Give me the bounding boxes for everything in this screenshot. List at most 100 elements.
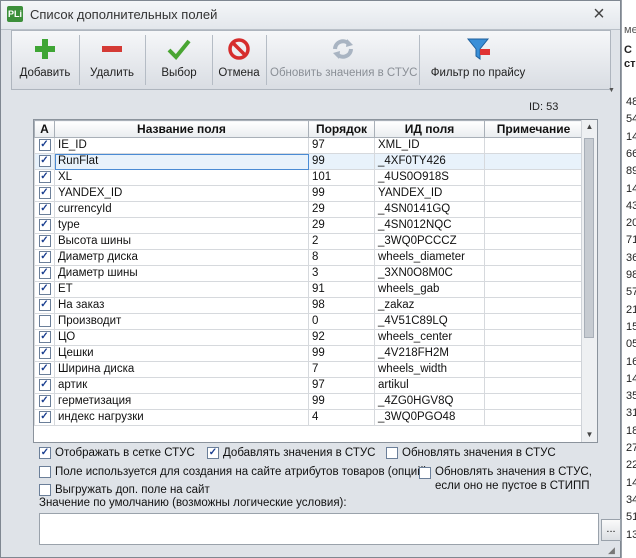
row-order-cell[interactable]: 101 xyxy=(308,169,375,186)
row-note-cell[interactable] xyxy=(484,153,583,170)
scrollbar-thumb[interactable] xyxy=(584,138,594,338)
add-values-option[interactable]: ✓ Добавлять значения в СТУС xyxy=(207,447,375,459)
column-header-active[interactable]: А xyxy=(34,120,55,138)
row-note-cell[interactable] xyxy=(484,297,583,314)
row-order-cell[interactable]: 29 xyxy=(308,201,375,218)
row-order-cell[interactable]: 92 xyxy=(308,329,375,346)
select-button[interactable]: Выбор xyxy=(148,31,210,89)
row-name-cell[interactable]: currencyId xyxy=(54,201,309,218)
default-value-input[interactable] xyxy=(39,513,599,545)
row-order-cell[interactable]: 99 xyxy=(308,345,375,362)
row-active-checkbox[interactable]: ✓ xyxy=(38,154,51,167)
row-note-cell[interactable] xyxy=(484,249,583,266)
row-active-cell[interactable]: ✓ xyxy=(34,345,55,362)
row-id-cell[interactable]: XML_ID xyxy=(374,137,485,154)
table-row[interactable]: ✓ ET 91 wheels_gab xyxy=(34,281,583,298)
fields-grid[interactable]: А Название поля Порядок ИД поля Примечан… xyxy=(33,119,598,443)
grid-vertical-scrollbar[interactable]: ▲ ▼ xyxy=(581,120,597,442)
row-id-cell[interactable]: _4V218FH2M xyxy=(374,345,485,362)
scroll-up-icon[interactable]: ▲ xyxy=(582,120,597,134)
table-row[interactable]: ✓ герметизация 99 _4ZG0HGV8Q xyxy=(34,393,583,410)
show-in-grid-option[interactable]: ✓ Отображать в сетке СТУС xyxy=(39,447,195,459)
row-active-cell[interactable]: ✓ xyxy=(34,217,55,234)
row-active-checkbox[interactable]: ✓ xyxy=(38,138,51,151)
row-active-cell[interactable]: ✓ xyxy=(34,249,55,266)
row-name-cell[interactable]: герметизация xyxy=(54,393,309,410)
row-active-cell[interactable]: ✓ xyxy=(34,185,55,202)
column-header-order[interactable]: Порядок xyxy=(308,120,375,138)
row-active-cell[interactable]: ✓ xyxy=(34,361,55,378)
scroll-down-icon[interactable]: ▼ xyxy=(582,428,597,442)
table-row[interactable]: ✓ Ширина диска 7 wheels_width xyxy=(34,361,583,378)
row-name-cell[interactable]: артик xyxy=(54,377,309,394)
update-values-checkbox[interactable] xyxy=(386,447,398,459)
show-in-grid-checkbox[interactable]: ✓ xyxy=(39,447,51,459)
row-name-cell[interactable]: Высота шины xyxy=(54,233,309,250)
row-active-cell[interactable]: ✓ xyxy=(34,409,55,426)
row-active-cell[interactable]: ✓ xyxy=(34,281,55,298)
row-id-cell[interactable]: _zakaz xyxy=(374,297,485,314)
row-name-cell[interactable]: Ширина диска xyxy=(54,361,309,378)
row-id-cell[interactable]: _4V51C89LQ xyxy=(374,313,485,330)
row-order-cell[interactable]: 29 xyxy=(308,217,375,234)
row-id-cell[interactable]: _4SN012NQC xyxy=(374,217,485,234)
row-id-cell[interactable]: _3XN0O8M0C xyxy=(374,265,485,282)
update-values-option[interactable]: Обновлять значения в СТУС xyxy=(386,447,556,459)
row-order-cell[interactable]: 4 xyxy=(308,409,375,426)
row-order-cell[interactable]: 8 xyxy=(308,249,375,266)
row-id-cell[interactable]: wheels_center xyxy=(374,329,485,346)
row-note-cell[interactable] xyxy=(484,393,583,410)
table-row[interactable]: ✓ Диаметр диска 8 wheels_diameter xyxy=(34,249,583,266)
row-order-cell[interactable]: 2 xyxy=(308,233,375,250)
row-order-cell[interactable]: 91 xyxy=(308,281,375,298)
row-name-cell[interactable]: Цешки xyxy=(54,345,309,362)
update-if-not-empty-option[interactable]: Обновлять значения в СТУС, если оно не пу… xyxy=(419,465,592,493)
used-for-attributes-option[interactable]: Поле используется для создания на сайте … xyxy=(39,466,427,478)
export-to-site-checkbox[interactable] xyxy=(39,484,51,496)
row-active-checkbox[interactable]: ✓ xyxy=(38,218,51,231)
table-row[interactable]: ✓ currencyId 29 _4SN0141GQ xyxy=(34,201,583,218)
table-row[interactable]: ✓ RunFlat 99 _4XF0TY426 xyxy=(34,153,583,170)
row-order-cell[interactable]: 99 xyxy=(308,393,375,410)
row-active-cell[interactable]: ✓ xyxy=(34,201,55,218)
row-id-cell[interactable]: wheels_width xyxy=(374,361,485,378)
row-active-checkbox[interactable]: ✓ xyxy=(38,378,51,391)
row-order-cell[interactable]: 99 xyxy=(308,185,375,202)
default-value-browse-button[interactable]: ... xyxy=(601,519,621,541)
row-id-cell[interactable]: wheels_gab xyxy=(374,281,485,298)
row-id-cell[interactable]: wheels_diameter xyxy=(374,249,485,266)
row-order-cell[interactable]: 0 xyxy=(308,313,375,330)
row-id-cell[interactable]: _4XF0TY426 xyxy=(374,153,485,170)
row-note-cell[interactable] xyxy=(484,169,583,186)
row-note-cell[interactable] xyxy=(484,233,583,250)
row-active-checkbox[interactable]: ✓ xyxy=(38,362,51,375)
row-active-cell[interactable]: ✓ xyxy=(34,265,55,282)
row-active-checkbox[interactable]: ✓ xyxy=(38,346,51,359)
row-note-cell[interactable] xyxy=(484,377,583,394)
export-to-site-option[interactable]: Выгружать доп. поле на сайт xyxy=(39,484,210,496)
row-order-cell[interactable]: 7 xyxy=(308,361,375,378)
row-active-cell[interactable]: ✓ xyxy=(34,233,55,250)
row-id-cell[interactable]: _3WQ0PCCCZ xyxy=(374,233,485,250)
row-id-cell[interactable]: _3WQ0PGO48 xyxy=(374,409,485,426)
row-name-cell[interactable]: RunFlat xyxy=(54,153,309,170)
row-active-cell[interactable]: ✓ xyxy=(34,393,55,410)
table-row[interactable]: ✓ Цешки 99 _4V218FH2M xyxy=(34,345,583,362)
row-note-cell[interactable] xyxy=(484,345,583,362)
row-name-cell[interactable]: IE_ID xyxy=(54,137,309,154)
row-name-cell[interactable]: Диаметр шины xyxy=(54,265,309,282)
toolbar-overflow-icon[interactable]: ▼ xyxy=(608,87,616,95)
row-order-cell[interactable]: 98 xyxy=(308,297,375,314)
row-note-cell[interactable] xyxy=(484,409,583,426)
resize-grip-icon[interactable]: ◢ xyxy=(608,545,615,556)
row-active-checkbox[interactable]: ✓ xyxy=(38,330,51,343)
row-id-cell[interactable]: _4ZG0HGV8Q xyxy=(374,393,485,410)
row-order-cell[interactable]: 3 xyxy=(308,265,375,282)
row-id-cell[interactable]: artikul xyxy=(374,377,485,394)
column-header-name[interactable]: Название поля xyxy=(54,120,309,138)
table-row[interactable]: ✓ артик 97 artikul xyxy=(34,377,583,394)
column-header-note[interactable]: Примечание xyxy=(484,120,583,138)
row-active-checkbox[interactable]: ✓ xyxy=(38,202,51,215)
table-row[interactable]: ✓ индекс нагрузки 4 _3WQ0PGO48 xyxy=(34,409,583,426)
row-active-checkbox[interactable]: ✓ xyxy=(38,170,51,183)
